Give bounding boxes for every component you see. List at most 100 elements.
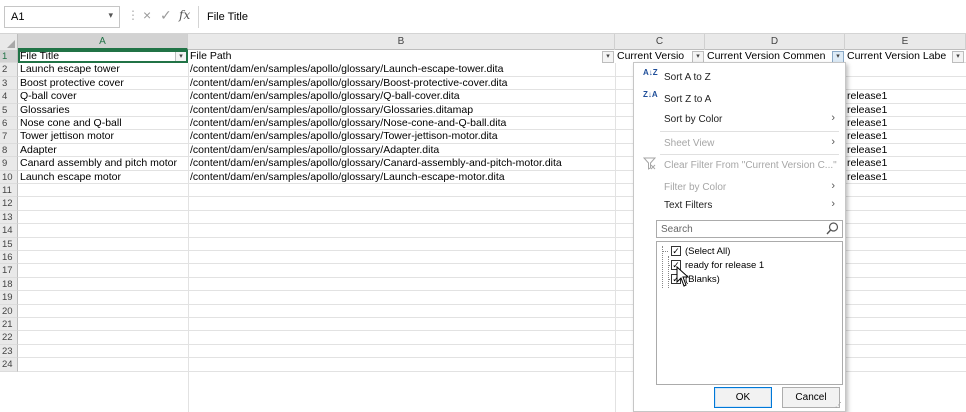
sort-a-to-z[interactable]: A↓Z Sort A to Z: [634, 67, 845, 87]
row-header[interactable]: 18: [0, 277, 18, 292]
cell-version-label[interactable]: release1: [845, 104, 953, 117]
filter-search-input[interactable]: Search: [656, 220, 843, 238]
cell-version-label[interactable]: [845, 77, 953, 90]
cell-file-path[interactable]: /content/dam/en/samples/apollo/glossary/…: [188, 104, 648, 117]
cell-file-title[interactable]: Launch escape motor: [18, 171, 188, 184]
cell-version-label[interactable]: release1: [845, 171, 953, 184]
row-header[interactable]: 11: [0, 184, 18, 198]
filter-dropdown-e[interactable]: ▾: [952, 50, 964, 63]
row-header[interactable]: 8: [0, 143, 18, 158]
column-headers: A B C D E: [0, 34, 966, 50]
filter-value-list[interactable]: ✓ (Select All) ✓ ready for release 1 ✓ (…: [656, 241, 843, 385]
name-box-value: A1: [11, 11, 25, 23]
cell-file-path[interactable]: /content/dam/en/samples/apollo/glossary/…: [188, 171, 648, 184]
filter-dropdown-a[interactable]: ▾: [175, 50, 187, 63]
cell-file-title[interactable]: Q-ball cover: [18, 90, 188, 103]
row-header[interactable]: 20: [0, 304, 18, 318]
cell-file-title[interactable]: Launch escape tower: [18, 63, 188, 76]
row-header[interactable]: 2: [0, 63, 18, 77]
sort-by-color[interactable]: Sort by Color ›: [634, 109, 845, 129]
formula-bar: A1 ▾ ⋮ × ✓ fx File Title: [0, 0, 966, 34]
submenu-arrow-icon: ›: [831, 112, 835, 124]
chevron-down-icon[interactable]: ▾: [108, 10, 113, 21]
insert-function-icon[interactable]: fx: [179, 8, 190, 22]
row-header[interactable]: 23: [0, 344, 18, 359]
row-header[interactable]: 10: [0, 170, 18, 184]
select-all-triangle-icon: [7, 40, 15, 48]
sheet-view: Sheet View ›: [634, 133, 845, 153]
text-filters-label: Text Filters: [664, 200, 713, 211]
header-file-title[interactable]: File Title: [18, 50, 188, 64]
resize-grip-icon[interactable]: ⋰: [835, 401, 842, 409]
row-header[interactable]: 19: [0, 291, 18, 305]
column-header-b[interactable]: B: [188, 34, 615, 50]
cell-version-label[interactable]: [845, 63, 953, 76]
column-header-c[interactable]: C: [615, 34, 705, 50]
cell-version-label[interactable]: release1: [845, 130, 953, 143]
row-header[interactable]: 22: [0, 331, 18, 345]
option-label: (Select All): [685, 246, 731, 257]
option-label: (Blanks): [685, 274, 720, 285]
cell-file-title[interactable]: Tower jettison motor: [18, 130, 188, 143]
sort-by-color-label: Sort by Color: [664, 114, 723, 125]
column-header-a[interactable]: A: [18, 34, 188, 50]
option-label: ready for release 1: [685, 260, 765, 271]
cell-file-title[interactable]: Boost protective cover: [18, 77, 188, 90]
filter-dropdown-d[interactable]: ▾: [832, 50, 844, 63]
filter-dropdown-b[interactable]: ▾: [602, 50, 614, 63]
row-header[interactable]: 12: [0, 197, 18, 211]
column-header-e[interactable]: E: [845, 34, 966, 50]
cell-file-path[interactable]: /content/dam/en/samples/apollo/glossary/…: [188, 90, 648, 103]
cell-version-label[interactable]: release1: [845, 144, 953, 157]
header-current-version-label[interactable]: Current Version Labe: [845, 50, 953, 64]
sort-descending-icon: Z↓A: [643, 90, 658, 99]
cell-file-title[interactable]: Nose cone and Q-ball: [18, 117, 188, 130]
cell-file-path[interactable]: /content/dam/en/samples/apollo/glossary/…: [188, 63, 648, 76]
menu-divider: [660, 131, 839, 132]
row-header[interactable]: 14: [0, 224, 18, 238]
row-header[interactable]: 24: [0, 358, 18, 372]
row-header[interactable]: 9: [0, 157, 18, 171]
row-header[interactable]: 17: [0, 264, 18, 278]
cell-file-path[interactable]: /content/dam/en/samples/apollo/glossary/…: [188, 117, 648, 130]
row-header[interactable]: 1: [0, 50, 18, 64]
select-all-corner[interactable]: [0, 34, 18, 50]
row-header[interactable]: 6: [0, 117, 18, 131]
filter-dropdown-c[interactable]: ▾: [692, 50, 704, 63]
cell-file-title[interactable]: Canard assembly and pitch motor: [18, 157, 188, 170]
autofilter-menu: A↓Z Sort A to Z Z↓A Sort Z to A Sort by …: [633, 62, 846, 412]
sort-z-to-a[interactable]: Z↓A Sort Z to A: [634, 89, 845, 109]
name-box[interactable]: A1 ▾: [4, 6, 120, 28]
cell-file-title[interactable]: Glossaries: [18, 104, 188, 117]
header-file-path[interactable]: File Path: [188, 50, 615, 64]
filter-by-color: Filter by Color ›: [634, 177, 845, 197]
clear-filter: Clear Filter From "Current Version C...": [634, 155, 845, 175]
cell-file-title[interactable]: Adapter: [18, 144, 188, 157]
clear-filter-icon: [642, 157, 657, 173]
ok-button[interactable]: OK: [714, 387, 772, 408]
enter-icon[interactable]: ✓: [160, 7, 172, 24]
cell-version-label[interactable]: release1: [845, 90, 953, 103]
row-header[interactable]: 5: [0, 103, 18, 117]
row-header[interactable]: 15: [0, 237, 18, 251]
clear-filter-label: Clear Filter From "Current Version C...": [664, 160, 837, 171]
row-header[interactable]: 16: [0, 251, 18, 265]
filter-by-color-label: Filter by Color: [664, 182, 727, 193]
column-header-d[interactable]: D: [705, 34, 845, 50]
formula-input[interactable]: File Title: [198, 6, 962, 28]
row-header[interactable]: 13: [0, 210, 18, 225]
cell-file-path[interactable]: /content/dam/en/samples/apollo/glossary/…: [188, 77, 648, 90]
row-header[interactable]: 3: [0, 76, 18, 91]
cancel-button[interactable]: Cancel: [782, 387, 840, 408]
cell-version-label[interactable]: release1: [845, 157, 953, 170]
cell-version-label[interactable]: release1: [845, 117, 953, 130]
cell-file-path[interactable]: /content/dam/en/samples/apollo/glossary/…: [188, 130, 648, 143]
cell-file-path[interactable]: /content/dam/en/samples/apollo/glossary/…: [188, 157, 648, 170]
cell-file-path[interactable]: /content/dam/en/samples/apollo/glossary/…: [188, 144, 648, 157]
row-header[interactable]: 4: [0, 90, 18, 104]
row-header[interactable]: 21: [0, 318, 18, 332]
checkbox-select-all[interactable]: ✓: [671, 246, 681, 256]
row-header[interactable]: 7: [0, 130, 18, 144]
text-filters[interactable]: Text Filters ›: [634, 195, 845, 215]
cancel-icon[interactable]: ×: [143, 7, 151, 23]
